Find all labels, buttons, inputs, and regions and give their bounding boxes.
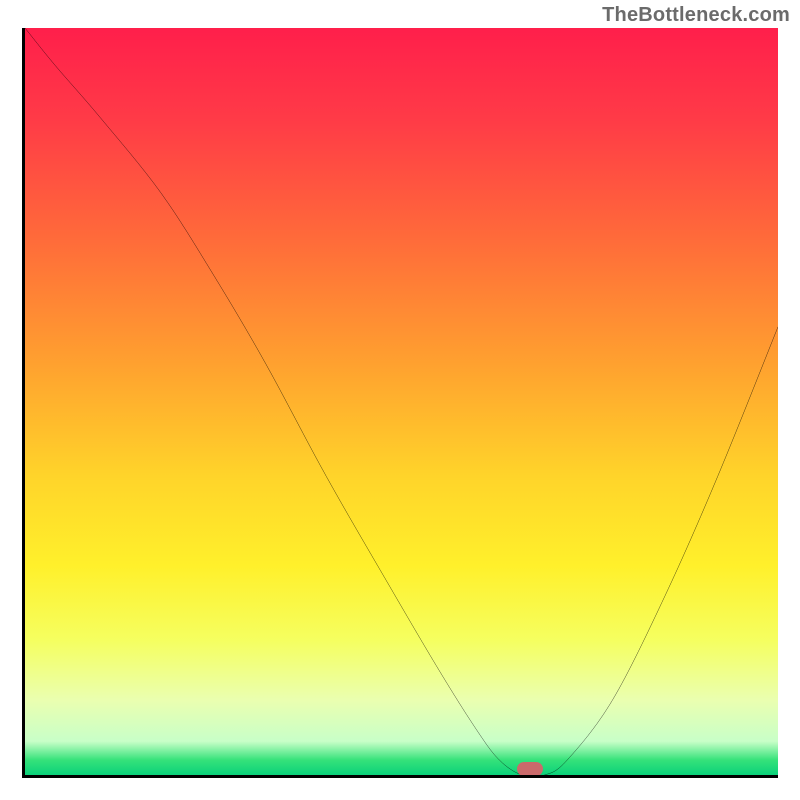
watermark-text: TheBottleneck.com [602, 4, 790, 27]
optimum-marker [517, 762, 543, 776]
gradient-background [25, 28, 778, 775]
plot-area [22, 28, 778, 778]
chart-container: TheBottleneck.com [0, 0, 800, 800]
